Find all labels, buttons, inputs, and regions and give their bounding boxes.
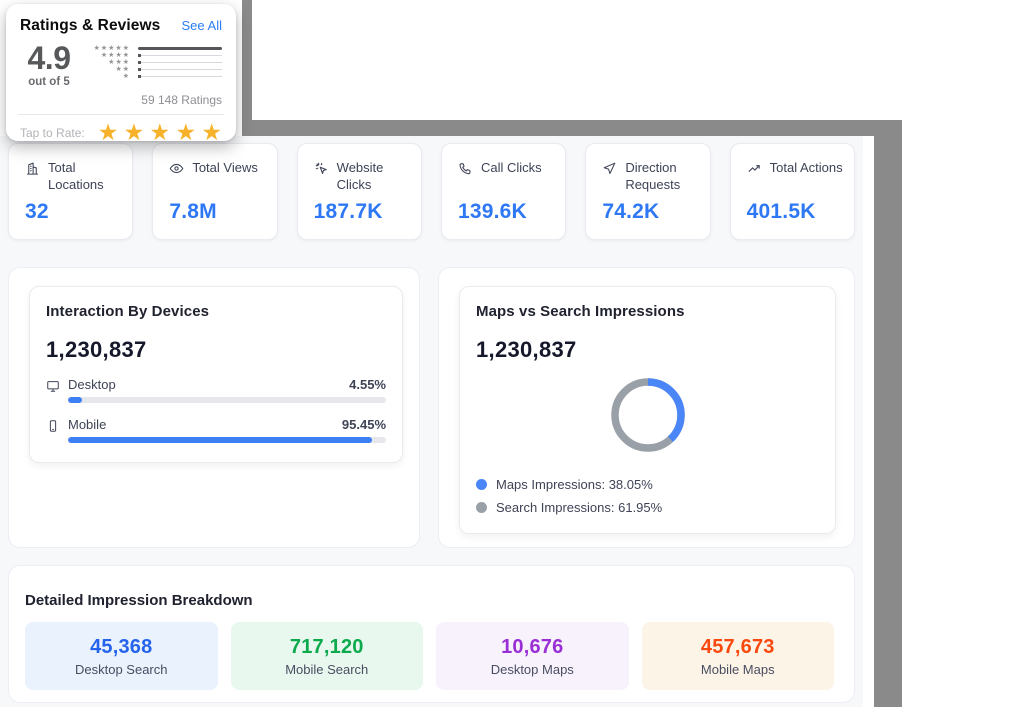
window-frame-top — [242, 120, 902, 136]
hist-bar-4 — [138, 55, 222, 57]
stat-card-row: Total Locations 32 Total Views 7.8M — [8, 143, 855, 240]
building-icon — [25, 161, 40, 176]
rating-out-of: out of 5 — [20, 76, 78, 88]
tile-label: Desktop Search — [75, 662, 168, 677]
tile-label: Mobile Search — [285, 662, 368, 677]
impressions-card-title: Maps vs Search Impressions — [476, 303, 819, 320]
stat-card-total-views: Total Views 7.8M — [152, 143, 277, 240]
progress-fill-desktop — [68, 397, 82, 403]
stat-card-website-clicks: Website Clicks 187.7K — [297, 143, 422, 240]
stat-value: 401.5K — [747, 200, 850, 224]
hist-stars-4: ★★★★ — [90, 52, 130, 59]
hist-bar-5 — [138, 47, 222, 51]
progress-track — [68, 437, 386, 443]
cursor-click-icon — [314, 161, 329, 176]
rate-star-2[interactable]: ★ — [124, 120, 145, 145]
dashboard-content: Total Locations 32 Total Views 7.8M — [0, 136, 863, 707]
device-percent: 95.45% — [342, 417, 386, 432]
mobile-icon — [46, 419, 60, 443]
stat-label: Website Clicks — [337, 159, 417, 193]
ratings-reviews-card: Ratings & Reviews See All 4.9 out of 5 ★… — [6, 4, 236, 141]
devices-card: Interaction By Devices 1,230,837 Desktop… — [29, 286, 403, 463]
legend-item-maps: Maps Impressions: 38.05% — [476, 477, 819, 492]
navigation-icon — [602, 161, 617, 176]
stat-label: Call Clicks — [481, 159, 542, 176]
progress-fill-mobile — [68, 437, 372, 443]
trending-up-icon — [747, 161, 762, 176]
impressions-card: Maps vs Search Impressions 1,230,837 Map… — [459, 286, 836, 534]
screen: Total Locations 32 Total Views 7.8M — [0, 0, 1024, 707]
stat-label: Total Locations — [48, 159, 128, 193]
impressions-total: 1,230,837 — [476, 337, 819, 363]
stat-label: Direction Requests — [625, 159, 705, 193]
rate-star-5[interactable]: ★ — [201, 120, 222, 145]
window-frame-stub — [242, 0, 252, 136]
stat-card-total-locations: Total Locations 32 — [8, 143, 133, 240]
rating-score: 4.9 — [20, 42, 78, 74]
ratings-count: 59 148 Ratings — [20, 93, 222, 107]
tile-value: 457,673 — [701, 636, 775, 659]
rate-star-1[interactable]: ★ — [98, 120, 119, 145]
stat-label: Total Actions — [770, 159, 843, 176]
hist-bar-1 — [138, 76, 222, 78]
tile-label: Desktop Maps — [491, 662, 574, 677]
rate-star-3[interactable]: ★ — [150, 120, 171, 145]
tile-value: 45,368 — [90, 636, 152, 659]
hist-stars-1: ★ — [90, 73, 130, 80]
tile-value: 10,676 — [501, 636, 563, 659]
stat-value: 187.7K — [314, 200, 417, 224]
see-all-link[interactable]: See All — [182, 18, 222, 33]
tap-to-rate-label: Tap to Rate: — [20, 126, 85, 140]
rating-histogram: ★★★★★ ★★★★ ★★★ ★★ ★ — [90, 42, 222, 88]
legend-label: Search Impressions: 61.95% — [496, 500, 662, 515]
tile-mobile-search: 717,120 Mobile Search — [231, 622, 424, 690]
legend-label: Maps Impressions: 38.05% — [496, 477, 653, 492]
stat-value: 139.6K — [458, 200, 561, 224]
devices-panel: Interaction By Devices 1,230,837 Desktop… — [8, 267, 420, 548]
device-row-desktop: Desktop 4.55% — [46, 377, 386, 403]
hist-stars-2: ★★ — [90, 66, 130, 73]
tap-to-rate-stars: ★ ★ ★ ★ ★ — [98, 120, 222, 145]
hist-bar-2 — [138, 69, 222, 71]
breakdown-title: Detailed Impression Breakdown — [25, 592, 834, 609]
stat-value: 7.8M — [169, 200, 272, 224]
breakdown-card: Detailed Impression Breakdown 45,368 Des… — [8, 565, 855, 703]
legend-dot-maps — [476, 479, 487, 490]
device-row-mobile: Mobile 95.45% — [46, 417, 386, 443]
tile-mobile-maps: 457,673 Mobile Maps — [642, 622, 835, 690]
stat-label: Total Views — [192, 159, 258, 176]
ratings-title: Ratings & Reviews — [20, 17, 160, 35]
donut-legend: Maps Impressions: 38.05% Search Impressi… — [476, 477, 819, 517]
stat-value: 74.2K — [602, 200, 705, 224]
device-label: Desktop — [68, 377, 116, 392]
stat-value: 32 — [25, 200, 128, 224]
devices-card-title: Interaction By Devices — [46, 303, 386, 320]
stat-card-direction-requests: Direction Requests 74.2K — [585, 143, 710, 240]
window-frame-right — [874, 120, 902, 707]
devices-total: 1,230,837 — [46, 337, 386, 363]
device-percent: 4.55% — [349, 377, 386, 392]
stat-card-total-actions: Total Actions 401.5K — [730, 143, 855, 240]
tile-value: 717,120 — [290, 636, 364, 659]
eye-icon — [169, 161, 184, 176]
divider — [18, 114, 224, 115]
legend-dot-search — [476, 502, 487, 513]
tile-desktop-maps: 10,676 Desktop Maps — [436, 622, 629, 690]
phone-icon — [458, 161, 473, 176]
tile-label: Mobile Maps — [701, 662, 775, 677]
tile-desktop-search: 45,368 Desktop Search — [25, 622, 218, 690]
desktop-icon — [46, 379, 60, 403]
rate-star-4[interactable]: ★ — [175, 120, 196, 145]
device-label: Mobile — [68, 417, 106, 432]
stat-card-call-clicks: Call Clicks 139.6K — [441, 143, 566, 240]
hist-bar-3 — [138, 62, 222, 64]
impressions-panel: Maps vs Search Impressions 1,230,837 Map… — [438, 267, 855, 548]
breakdown-tile-row: 45,368 Desktop Search 717,120 Mobile Sea… — [25, 622, 834, 690]
donut-chart — [604, 371, 692, 459]
legend-item-search: Search Impressions: 61.95% — [476, 500, 819, 515]
hist-stars-3: ★★★ — [90, 59, 130, 66]
hist-stars-5: ★★★★★ — [90, 45, 130, 52]
progress-track — [68, 397, 386, 403]
